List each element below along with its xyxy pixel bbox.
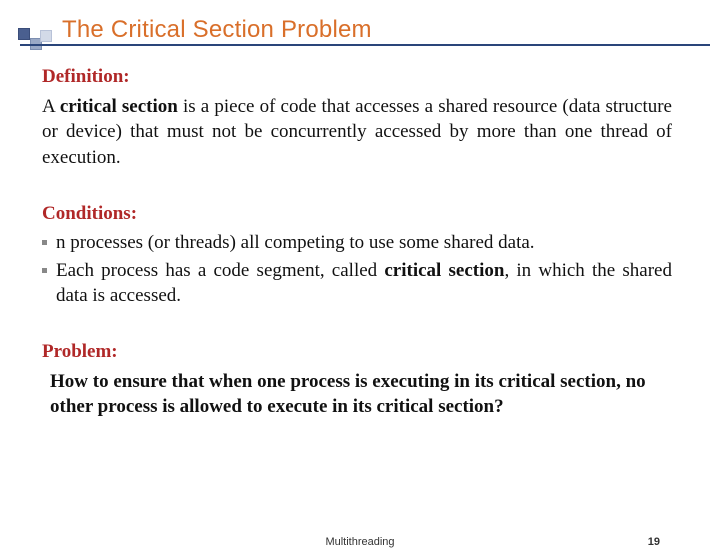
title-bar: The Critical Section Problem: [0, 8, 720, 46]
slide-content: Definition: A critical section is a piec…: [0, 46, 720, 420]
list-item: n processes (or threads) all competing t…: [42, 230, 672, 256]
definition-body: A critical section is a piece of code th…: [42, 94, 672, 171]
item-text-pre: n processes (or threads) all competing t…: [56, 232, 535, 253]
problem-body: How to ensure that when one process is e…: [42, 369, 672, 420]
item-text-bold: critical section: [384, 260, 504, 281]
page-number: 19: [648, 536, 660, 548]
conditions-list: n processes (or threads) all competing t…: [42, 230, 672, 309]
list-item: Each process has a code segment, called …: [42, 258, 672, 309]
definition-heading: Definition:: [42, 64, 672, 90]
definition-text-pre: A: [42, 96, 60, 117]
problem-heading: Problem:: [42, 339, 672, 365]
slide-title: The Critical Section Problem: [62, 16, 372, 44]
decorative-squares-icon: [18, 28, 58, 56]
footer-label: Multithreading: [325, 536, 394, 548]
definition-text-bold: critical section: [60, 96, 178, 117]
item-text-pre: Each process has a code segment, called: [56, 260, 384, 281]
title-underline: [20, 44, 710, 46]
conditions-heading: Conditions:: [42, 201, 672, 227]
